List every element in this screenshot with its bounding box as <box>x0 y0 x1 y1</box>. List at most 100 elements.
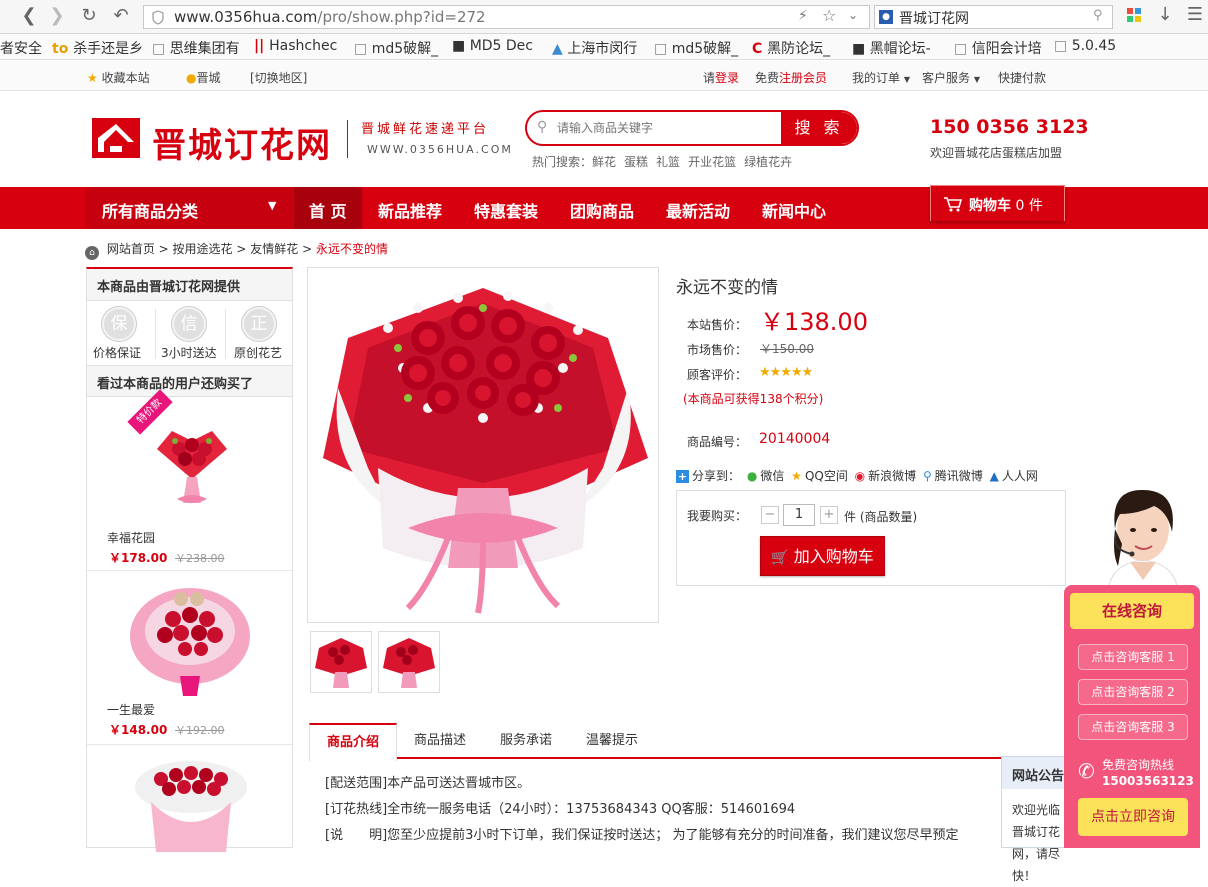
list-item[interactable]: 特价款 幸福花园 ￥178.00 ￥238.00 <box>87 389 292 571</box>
product-thumbnail[interactable] <box>310 631 372 693</box>
product-name[interactable]: 幸福花园 <box>107 529 155 546</box>
breadcrumb-item[interactable]: 按用途选花 <box>173 242 233 256</box>
tab-description[interactable]: 商品描述 <box>397 723 483 759</box>
bookmark[interactable]: ■ 黑帽论坛- <box>852 38 944 58</box>
share-qzone[interactable]: QQ空间 <box>805 469 848 483</box>
apps-icon[interactable] <box>1127 8 1141 22</box>
my-orders-menu[interactable]: 我的订单 ▼ <box>852 69 910 86</box>
back-icon[interactable]: ❮ <box>18 5 40 27</box>
share-tencent-weibo[interactable]: 腾讯微博 <box>935 469 983 483</box>
list-item[interactable]: 一生最爱 ￥148.00 ￥192.00 <box>87 571 292 745</box>
also-bought-title: 看过本商品的用户还购买了 <box>87 365 292 397</box>
breadcrumb: ⌂ 网站首页 > 按用途选花 > 友情鲜花 > 永远不变的情 <box>85 240 388 260</box>
bookmark[interactable]: □ md5破解_ <box>654 38 742 58</box>
product-sku: 20140004 <box>759 431 831 447</box>
all-categories-label: 所有商品分类 <box>102 202 199 221</box>
nav-special-sets[interactable]: 特惠套装 <box>474 198 538 222</box>
bookmark[interactable]: ■ MD5 Dec <box>452 38 542 54</box>
hot-word[interactable]: 绿植花卉 <box>744 155 792 169</box>
nav-activities[interactable]: 最新活动 <box>666 198 730 222</box>
register-link[interactable]: 免费注册会员 <box>755 69 827 86</box>
product-image[interactable] <box>131 757 251 852</box>
bookmark[interactable]: || Hashchec <box>254 38 346 54</box>
breadcrumb-home[interactable]: 网站首页 <box>107 242 155 256</box>
share-plus-icon[interactable]: + <box>676 470 689 483</box>
star-icon[interactable]: ☆ <box>822 6 836 25</box>
bookmark[interactable]: to 杀手还是乡 <box>52 38 144 58</box>
hot-word[interactable]: 开业花篮 <box>688 155 736 169</box>
download-icon[interactable]: ↓ <box>1154 4 1176 26</box>
quantity-increment[interactable]: + <box>820 506 838 524</box>
lightning-icon[interactable]: ⚡ <box>798 8 808 24</box>
bookmark[interactable]: □ 信阳会计培 <box>954 38 1044 58</box>
bookmark[interactable]: □ 5.0.45 <box>1054 38 1134 54</box>
bookmark[interactable]: □ md5破解_ <box>354 38 442 58</box>
caret-down-icon: ▼ <box>973 75 980 84</box>
consult-service-button[interactable]: 点击咨询客服 2 <box>1078 679 1188 705</box>
switch-city-link[interactable]: [切换地区] <box>250 69 307 86</box>
share-weibo[interactable]: 新浪微博 <box>868 469 916 483</box>
magnifier-icon[interactable]: ⚲ <box>1093 8 1103 23</box>
consult-now-button[interactable]: 点击立即咨询 <box>1078 798 1188 836</box>
product-main-image[interactable] <box>307 267 659 623</box>
forward-icon[interactable]: ❯ <box>46 5 68 27</box>
star-icon: ★ <box>87 71 98 85</box>
chevron-down-icon[interactable]: ⌄ <box>848 8 858 22</box>
price-guarantee-icon: 保 <box>102 307 136 341</box>
home-icon[interactable]: ⌂ <box>85 246 99 260</box>
consult-title: 在线咨询 <box>1070 593 1194 629</box>
caret-down-icon: ▼ <box>903 75 910 84</box>
quantity-decrement[interactable]: − <box>761 506 779 524</box>
slogan: 晋城鲜花速递平台 <box>361 122 490 137</box>
notice-body: 欢迎光临晋城订花网，请尽快！ <box>1012 803 1061 883</box>
tab-service[interactable]: 服务承诺 <box>483 723 569 759</box>
support-agent-avatar[interactable] <box>1088 484 1198 596</box>
product-old-price: ￥192.00 <box>175 724 225 737</box>
search-input[interactable] <box>557 112 777 144</box>
cart-button[interactable]: 购物车 0 件 <box>930 185 1065 221</box>
search-button[interactable]: 搜 索 <box>781 112 857 144</box>
all-categories-menu[interactable]: 所有商品分类 ▼ <box>85 187 293 229</box>
badge-caption: 价格保证 <box>93 346 142 360</box>
bookmark[interactable]: ▲ 上海市闵行 <box>552 38 644 58</box>
add-to-cart-button[interactable]: 🛒 加入购物车 <box>760 536 885 576</box>
login-link[interactable]: 请登录 <box>703 69 739 86</box>
bookmark[interactable]: □ 思维集团有 <box>152 38 242 58</box>
product-thumbnail[interactable] <box>378 631 440 693</box>
undo-icon[interactable]: ↶ <box>110 5 132 27</box>
quick-pay-link[interactable]: 快捷付款 <box>998 69 1046 86</box>
market-price: ￥150.00 <box>760 342 814 356</box>
hot-word[interactable]: 礼篮 <box>656 155 680 169</box>
tab-tips[interactable]: 温馨提示 <box>569 723 655 759</box>
nav-group-buy[interactable]: 团购商品 <box>570 198 634 222</box>
original-design-icon: 正 <box>242 307 276 341</box>
favorite-link[interactable]: ★ 收藏本站 <box>87 69 150 86</box>
share-renren[interactable]: 人人网 <box>1002 469 1038 483</box>
nav-new-products[interactable]: 新品推荐 <box>378 198 442 222</box>
nav-news[interactable]: 新闻中心 <box>762 198 826 222</box>
reload-icon[interactable]: ↻ <box>78 5 100 27</box>
site-search: ⚲ 搜 索 <box>525 110 859 146</box>
product-name[interactable]: 一生最爱 <box>107 701 155 718</box>
browser-search[interactable]: ● 晋城订花网 ⚲ <box>874 5 1113 29</box>
service-menu[interactable]: 客户服务 ▼ <box>922 69 980 86</box>
bookmark[interactable]: 者安全 <box>0 38 44 58</box>
cart-icon: 🛒 <box>771 550 789 566</box>
logo-house-icon[interactable] <box>90 116 142 160</box>
nav-home[interactable]: 首 页 <box>294 187 362 229</box>
tab-intro[interactable]: 商品介绍 <box>309 723 397 761</box>
consult-service-button[interactable]: 点击咨询客服 3 <box>1078 714 1188 740</box>
hot-word[interactable]: 蛋糕 <box>624 155 648 169</box>
share-wechat[interactable]: 微信 <box>760 469 784 483</box>
share-bar: + 分享到： ● 微信 ★ QQ空间 ◉ 新浪微博 ⚲ 腾讯微博 ▲ 人人网 <box>676 467 1041 484</box>
quantity-input[interactable]: 1 <box>783 504 815 526</box>
consult-service-button[interactable]: 点击咨询客服 1 <box>1078 644 1188 670</box>
address-bar[interactable]: www.0356hua.com/pro/show.php?id=272 ⚡ ☆ … <box>143 5 870 29</box>
hot-word[interactable]: 鲜花 <box>592 155 616 169</box>
bookmark[interactable]: C 黑防论坛_ <box>752 38 842 58</box>
menu-icon[interactable]: ☰ <box>1184 4 1206 26</box>
shield-icon <box>152 10 164 25</box>
logo-text[interactable]: 晋城订花网 <box>152 118 332 167</box>
notice-title: 网站公告 <box>1002 757 1070 789</box>
breadcrumb-item[interactable]: 友情鲜花 <box>250 242 298 256</box>
